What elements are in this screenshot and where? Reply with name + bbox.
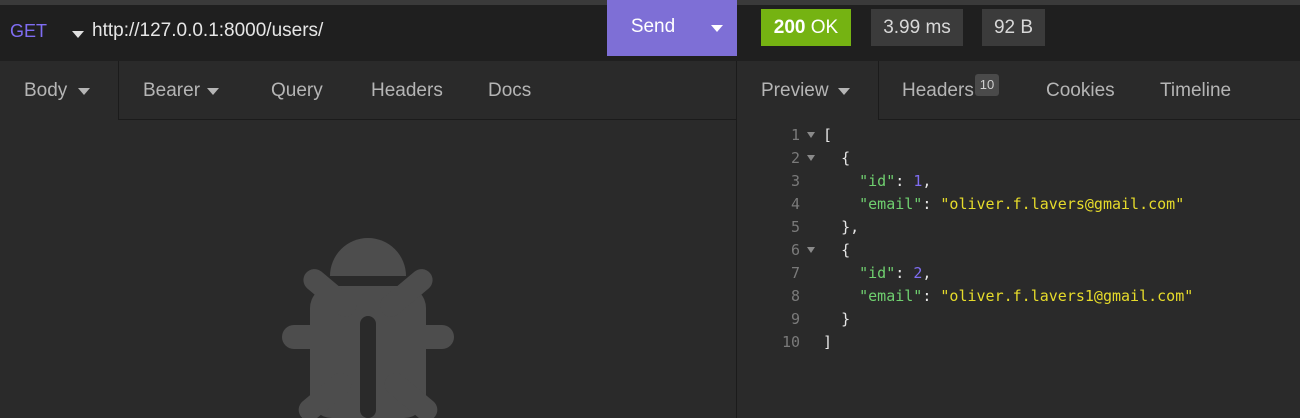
- tab-docs[interactable]: Docs: [488, 80, 531, 102]
- response-tabs: Preview Headers Cookies Timeline: [737, 61, 1300, 120]
- code-token: "email": [859, 287, 923, 305]
- status-badge: 200 OK: [761, 9, 851, 46]
- http-method-selector[interactable]: GET: [10, 21, 47, 42]
- code-token: :: [895, 264, 914, 282]
- code-text: ]: [823, 333, 832, 351]
- request-tabs: Body Bearer Query Headers Docs: [0, 61, 736, 120]
- code-line: 1[: [760, 126, 1260, 149]
- line-number: 10: [781, 333, 800, 351]
- status-code: 200: [773, 17, 806, 38]
- tab-request-headers[interactable]: Headers: [371, 80, 443, 102]
- code-line: 5 },: [760, 218, 1260, 241]
- line-number: 7: [790, 264, 800, 282]
- code-line: 10]: [760, 333, 1260, 356]
- code-token: ]: [823, 333, 833, 351]
- line-number: 4: [790, 195, 800, 213]
- fold-toggle-icon[interactable]: [807, 155, 815, 161]
- send-options-dropdown-icon[interactable]: [711, 25, 723, 32]
- code-token: :: [922, 287, 941, 305]
- tab-divider: [878, 61, 879, 120]
- fold-toggle-icon[interactable]: [807, 247, 815, 253]
- code-text: },: [823, 218, 859, 236]
- code-text: {: [823, 149, 850, 167]
- code-token: {: [841, 149, 851, 167]
- code-text: "email": "oliver.f.lavers@gmail.com": [823, 195, 1184, 213]
- tab-auth[interactable]: Bearer: [143, 80, 200, 102]
- tab-cookies[interactable]: Cookies: [1046, 80, 1115, 102]
- code-line: 7 "id": 2,: [760, 264, 1260, 287]
- code-token: "oliver.f.lavers1@gmail.com": [940, 287, 1194, 305]
- line-number: 5: [790, 218, 800, 236]
- line-number: 9: [790, 310, 800, 328]
- tab-query[interactable]: Query: [271, 80, 323, 102]
- line-number: 6: [790, 241, 800, 259]
- tab-timeline[interactable]: Timeline: [1160, 80, 1231, 102]
- code-text: [: [823, 126, 832, 144]
- body-dropdown-icon[interactable]: [78, 88, 90, 95]
- url-input[interactable]: http://127.0.0.1:8000/users/: [92, 20, 323, 42]
- code-text: }: [823, 310, 850, 328]
- line-number: 1: [790, 126, 800, 144]
- response-time-badge: 3.99 ms: [871, 9, 963, 46]
- tab-preview[interactable]: Preview: [761, 80, 829, 102]
- code-token: ,: [922, 172, 932, 190]
- auth-dropdown-icon[interactable]: [207, 88, 219, 95]
- tab-body[interactable]: Body: [24, 80, 67, 102]
- line-number: 8: [790, 287, 800, 305]
- code-token: "oliver.f.lavers@gmail.com": [940, 195, 1185, 213]
- tab-response-headers[interactable]: Headers: [902, 80, 974, 102]
- code-token: [: [823, 126, 833, 144]
- fold-toggle-icon[interactable]: [807, 132, 815, 138]
- code-token: "id": [859, 264, 896, 282]
- response-size-badge: 92 B: [982, 9, 1045, 46]
- code-text: "email": "oliver.f.lavers1@gmail.com": [823, 287, 1193, 305]
- code-token: }: [841, 310, 851, 328]
- pane-splitter[interactable]: [736, 61, 737, 418]
- tab-divider: [118, 61, 119, 120]
- headers-count-badge: 10: [975, 74, 999, 96]
- code-token: "email": [859, 195, 923, 213]
- line-number: 3: [790, 172, 800, 190]
- send-button-label: Send: [630, 16, 676, 37]
- code-line: 2 {: [760, 149, 1260, 172]
- code-line: 3 "id": 1,: [760, 172, 1260, 195]
- code-token: "id": [859, 172, 896, 190]
- code-line: 4 "email": "oliver.f.lavers@gmail.com": [760, 195, 1260, 218]
- line-number: 2: [790, 149, 800, 167]
- preview-dropdown-icon[interactable]: [838, 88, 850, 95]
- code-line: 6 {: [760, 241, 1260, 264]
- code-text: "id": 2,: [823, 264, 931, 282]
- tab-underline: [878, 119, 1300, 120]
- code-text: "id": 1,: [823, 172, 931, 190]
- code-token: :: [922, 195, 941, 213]
- code-text: {: [823, 241, 850, 259]
- url-history-dropdown-icon[interactable]: [72, 31, 84, 38]
- code-token: 1: [913, 172, 923, 190]
- bug-icon: [282, 238, 454, 418]
- code-token: 2: [913, 264, 923, 282]
- code-token: {: [841, 241, 851, 259]
- status-text: OK: [810, 17, 839, 38]
- code-token: ,: [922, 264, 932, 282]
- code-token: },: [841, 218, 860, 236]
- send-button[interactable]: Send: [607, 0, 737, 56]
- code-token: :: [895, 172, 914, 190]
- code-line: 8 "email": "oliver.f.lavers1@gmail.com": [760, 287, 1260, 310]
- code-line: 9 }: [760, 310, 1260, 333]
